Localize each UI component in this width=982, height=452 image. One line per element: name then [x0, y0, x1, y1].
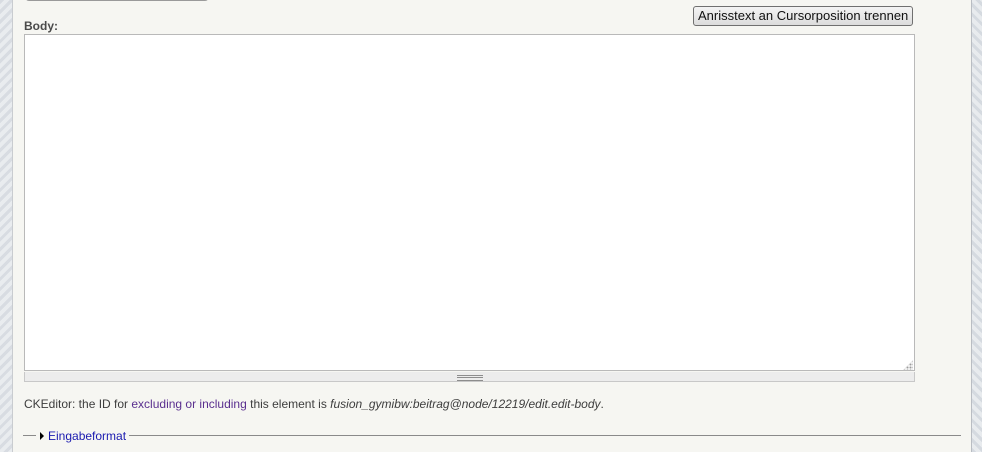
ckeditor-element-id: fusion_gymibw:beitrag@node/12219/edit.ed…: [330, 397, 601, 411]
ckeditor-id-note: CKEditor: the ID for excluding or includ…: [24, 397, 604, 411]
textarea-resize-grippie[interactable]: [24, 372, 915, 382]
grippie-handle-icon: [457, 375, 483, 381]
body-label: Body:: [24, 19, 58, 33]
ckeditor-note-middle: this element is: [246, 397, 331, 411]
input-format-fieldset-border: [23, 435, 961, 436]
ckeditor-note-suffix: .: [600, 397, 604, 411]
collapsed-arrow-icon: [40, 432, 44, 440]
ckeditor-note-prefix: CKEditor: the ID for: [24, 397, 132, 411]
previous-field-edge[interactable]: [25, 0, 209, 1]
content-panel: Anrisstext an Cursorposition trennen Bod…: [12, 0, 972, 452]
page-background-right: [972, 0, 982, 452]
excluding-including-link[interactable]: excluding or including: [131, 397, 246, 411]
split-teaser-button[interactable]: Anrisstext an Cursorposition trennen: [693, 6, 914, 26]
body-textarea[interactable]: [24, 34, 915, 371]
input-format-legend[interactable]: Eingabeformat: [36, 429, 130, 443]
input-format-toggle-link[interactable]: Eingabeformat: [48, 429, 126, 443]
page-background-left: [0, 0, 12, 452]
